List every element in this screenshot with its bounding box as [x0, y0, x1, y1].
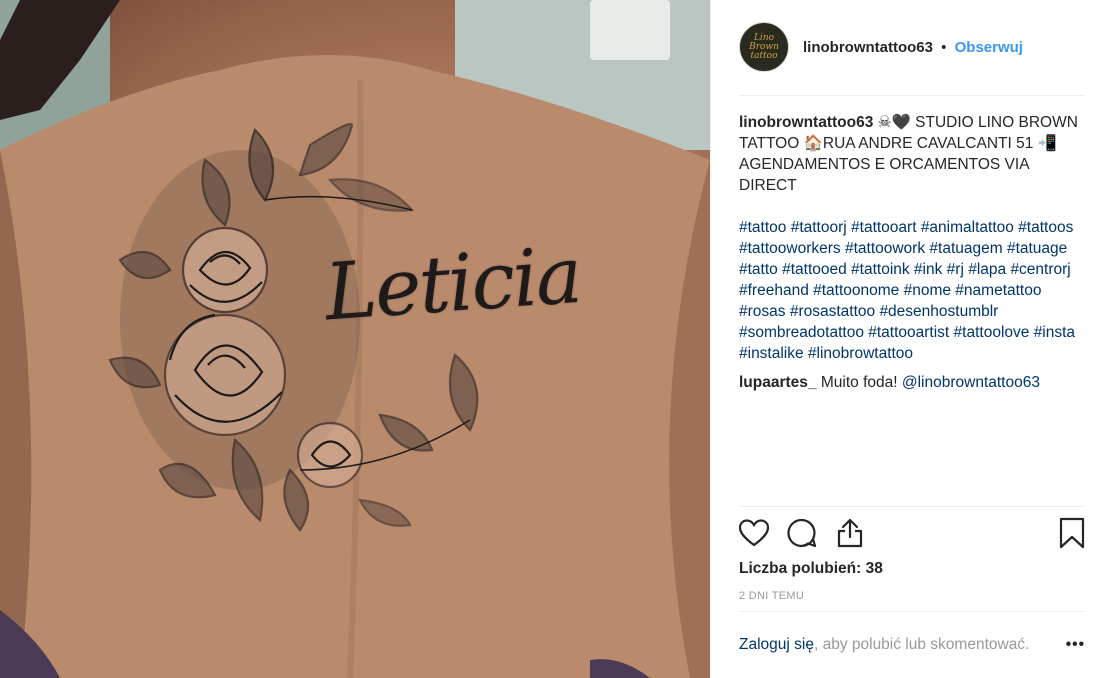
heart-icon — [739, 519, 769, 547]
login-prompt: Zaloguj się, aby polubić lub skomentować… — [739, 636, 1029, 654]
author-username[interactable]: linobrowntattoo63 — [803, 39, 933, 56]
login-prompt-rest: , aby polubić lub skomentować. — [813, 636, 1030, 653]
bookmark-button[interactable] — [1055, 516, 1089, 550]
comment-icon — [787, 518, 817, 548]
outlet — [590, 0, 670, 60]
caption-block: linobrowntattoo63 ☠🖤 STUDIO LINO BROWN T… — [739, 112, 1085, 393]
divider-actions — [739, 506, 1085, 507]
caption-author[interactable]: linobrowntattoo63 — [739, 114, 873, 131]
like-button[interactable] — [737, 516, 771, 550]
more-options-icon[interactable]: ••• — [1066, 636, 1085, 654]
post-photo[interactable]: Leticia — [0, 0, 710, 678]
post-sidebar: Lino Brown tattoo linobrowntattoo63 • Ob… — [710, 0, 1112, 678]
comment-user[interactable]: lupaartes_ — [739, 374, 817, 391]
comment-text: Muito foda! — [820, 374, 898, 391]
caption: linobrowntattoo63 ☠🖤 STUDIO LINO BROWN T… — [739, 112, 1085, 196]
hashtags[interactable]: #tattoo #tattoorj #tattooart #animaltatt… — [739, 217, 1085, 364]
avatar-logo-text: Lino Brown tattoo — [749, 32, 779, 61]
header-separator: • — [941, 39, 947, 56]
action-bar — [739, 516, 1085, 552]
login-footer: Zaloguj się, aby polubić lub skomentować… — [739, 636, 1085, 654]
header-text: linobrowntattoo63 • Obserwuj — [803, 39, 1023, 56]
comment: lupaartes_ Muito foda! @linobrowntattoo6… — [739, 372, 1085, 393]
avatar[interactable]: Lino Brown tattoo — [739, 22, 789, 72]
post-header: Lino Brown tattoo linobrowntattoo63 • Ob… — [739, 22, 1085, 96]
divider-footer — [739, 611, 1085, 612]
follow-button[interactable]: Obserwuj — [955, 39, 1023, 56]
bookmark-icon — [1059, 517, 1085, 549]
photo-scene — [0, 0, 710, 678]
post-timestamp[interactable]: 2 DNI TEMU — [739, 590, 804, 602]
share-button[interactable] — [833, 516, 867, 550]
likes-count[interactable]: Liczba polubień: 38 — [739, 560, 883, 578]
share-icon — [837, 518, 863, 548]
login-link[interactable]: Zaloguj się — [739, 636, 814, 653]
comment-button[interactable] — [785, 516, 819, 550]
comment-mention[interactable]: @linobrowntattoo63 — [902, 374, 1040, 391]
